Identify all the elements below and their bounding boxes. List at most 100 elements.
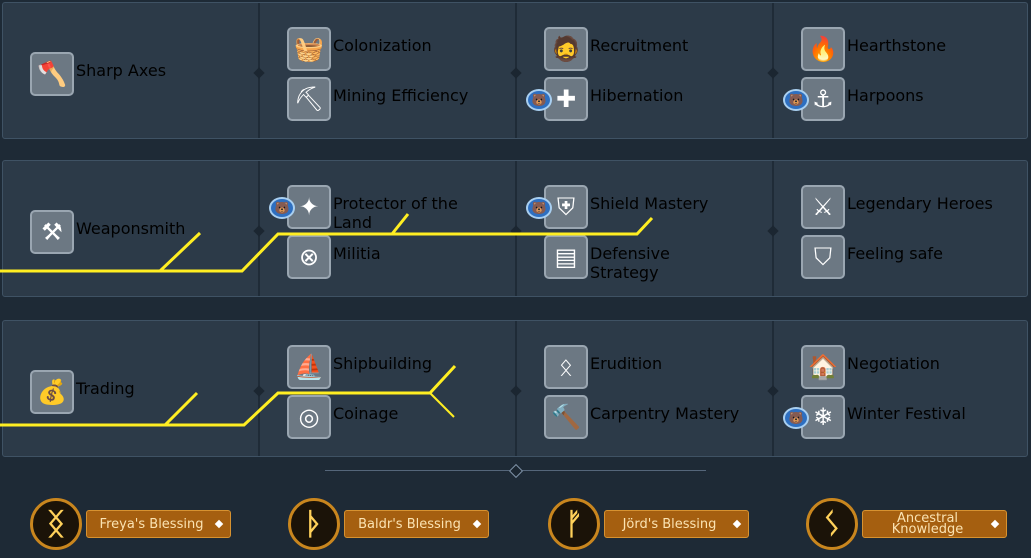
skill-label: Carpentry Mastery [590,404,740,423]
skill-label-box[interactable]: Shield Mastery [590,194,740,213]
axe-icon[interactable]: 🪓 [30,52,74,96]
icon-glyph: ᛟ [558,353,574,381]
rune-stone-icon[interactable]: ᛟ [544,345,588,389]
diamond-icon [214,519,224,529]
divider-ornament [508,463,524,479]
bear-badge-icon: 🐻 [269,197,295,219]
axes-icon[interactable]: ⚔ [801,185,845,229]
tower-icon[interactable]: ▤ [544,235,588,279]
blessing-label-box[interactable]: Freya's Blessing [86,510,231,538]
skill-label: Protector of the Land [333,194,458,232]
skill-label-box[interactable]: Hibernation [590,86,740,105]
blessing-label-box[interactable]: Ancestral Knowledge [862,510,1007,538]
separator-diamond [767,385,779,397]
separator-diamond [253,67,265,79]
icon-glyph: ⛏ [293,85,325,113]
skill-label: Trading [76,379,135,398]
skill-label-box[interactable]: Colonization [333,36,483,55]
skill-label-box[interactable]: Carpentry Mastery [590,404,740,423]
anvil-icon[interactable]: ⚒ [30,210,74,254]
crest-icon[interactable]: ⛉ [801,235,845,279]
skill-label-box[interactable]: Winter Festival [847,404,997,423]
warrior-icon[interactable]: 🧔 [544,27,588,71]
skill-label-box[interactable]: Sharp Axes [76,61,226,80]
skill-label-box[interactable]: Weaponsmith [76,219,226,238]
skill-label-box[interactable]: Defensive Strategy [590,244,740,282]
coins-icon[interactable]: 💰 [30,370,74,414]
separator-diamond [253,225,265,237]
badge-glyph: 🐻 [531,93,547,107]
round-shield-icon[interactable]: ⊗ [287,235,331,279]
skill-label: Feeling safe [847,244,943,263]
skill-label-box[interactable]: Militia [333,244,483,263]
skill-label-box[interactable]: Recruitment [590,36,740,55]
skill-label: Harpoons [847,86,924,105]
skill-label: Shield Mastery [590,194,709,213]
icon-glyph: 🪓 [37,60,67,88]
pickaxe-icon[interactable]: ⛏ [287,77,331,121]
skill-label: Colonization [333,36,432,55]
skill-label: Shipbuilding [333,354,432,373]
blessing-label-box[interactable]: Jörd's Blessing [604,510,749,538]
separator-diamond [510,225,522,237]
bear-badge-icon: 🐻 [526,89,552,111]
rune-glyph: ᚦ [305,506,323,542]
icon-glyph: 🧺 [294,35,324,63]
freya-rune-icon[interactable]: ᛝ [30,498,82,550]
icon-glyph: 🧔 [551,35,581,63]
skill-label-box[interactable]: Negotiation [847,354,997,373]
skill-label: Legendary Heroes [847,194,993,213]
separator-diamond [253,385,265,397]
diamond-icon [990,519,1000,529]
skill-label-box[interactable]: Legendary Heroes [847,194,997,213]
icon-glyph: ✚ [555,85,577,113]
badge-glyph: 🐻 [788,93,804,107]
badge-glyph: 🐻 [531,201,547,215]
ancestral-rune-icon[interactable]: ᛊ [806,498,858,550]
icon-glyph: 🏠 [808,353,838,381]
bear-badge-icon: 🐻 [783,89,809,111]
section-divider [325,470,510,471]
skill-label-box[interactable]: Mining Efficiency [333,86,483,105]
baldr-rune-icon[interactable]: ᚦ [288,498,340,550]
icon-glyph: ⚒ [41,218,63,246]
icon-glyph: ◎ [298,403,320,431]
icon-glyph: ✦ [298,193,320,221]
icon-glyph: ⊗ [298,243,320,271]
icon-glyph: ❄ [812,403,834,431]
icon-glyph: ⚔ [812,193,834,221]
skill-label-box[interactable]: Harpoons [847,86,997,105]
skill-label: Winter Festival [847,404,966,423]
skill-label-box[interactable]: Erudition [590,354,740,373]
market-icon[interactable]: 🏠 [801,345,845,389]
fire-icon[interactable]: 🔥 [801,27,845,71]
hammer-icon[interactable]: 🔨 [544,395,588,439]
ship-icon[interactable]: ⛵ [287,345,331,389]
skill-label: Hibernation [590,86,684,105]
separator-diamond [510,385,522,397]
icon-glyph: 🔨 [551,403,581,431]
basket-icon[interactable]: 🧺 [287,27,331,71]
skill-label: Sharp Axes [76,61,167,80]
skill-label-box[interactable]: Hearthstone [847,36,997,55]
skill-label: Hearthstone [847,36,947,55]
separator-diamond [767,67,779,79]
blessing-label: Jörd's Blessing [622,516,717,532]
skill-label-box[interactable]: Feeling safe [847,244,997,263]
skill-label-box[interactable]: Protector of the Land [333,194,483,232]
skill-label: Weaponsmith [76,219,186,238]
blessing-label-box[interactable]: Baldr's Blessing [344,510,489,538]
jord-rune-icon[interactable]: ᚠ [548,498,600,550]
coin-icon[interactable]: ◎ [287,395,331,439]
skill-label-box[interactable]: Shipbuilding [333,354,483,373]
skill-label-box[interactable]: Trading [76,379,226,398]
skill-label-box[interactable]: Coinage [333,404,483,423]
badge-glyph: 🐻 [788,411,804,425]
icon-glyph: ▤ [554,243,578,271]
icon-glyph: ⛵ [294,353,324,381]
section-divider [521,470,706,471]
bear-badge-icon: 🐻 [526,197,552,219]
blessing-label: Freya's Blessing [99,516,204,532]
skill-label: Erudition [590,354,663,373]
rune-glyph: ᛊ [823,506,841,542]
